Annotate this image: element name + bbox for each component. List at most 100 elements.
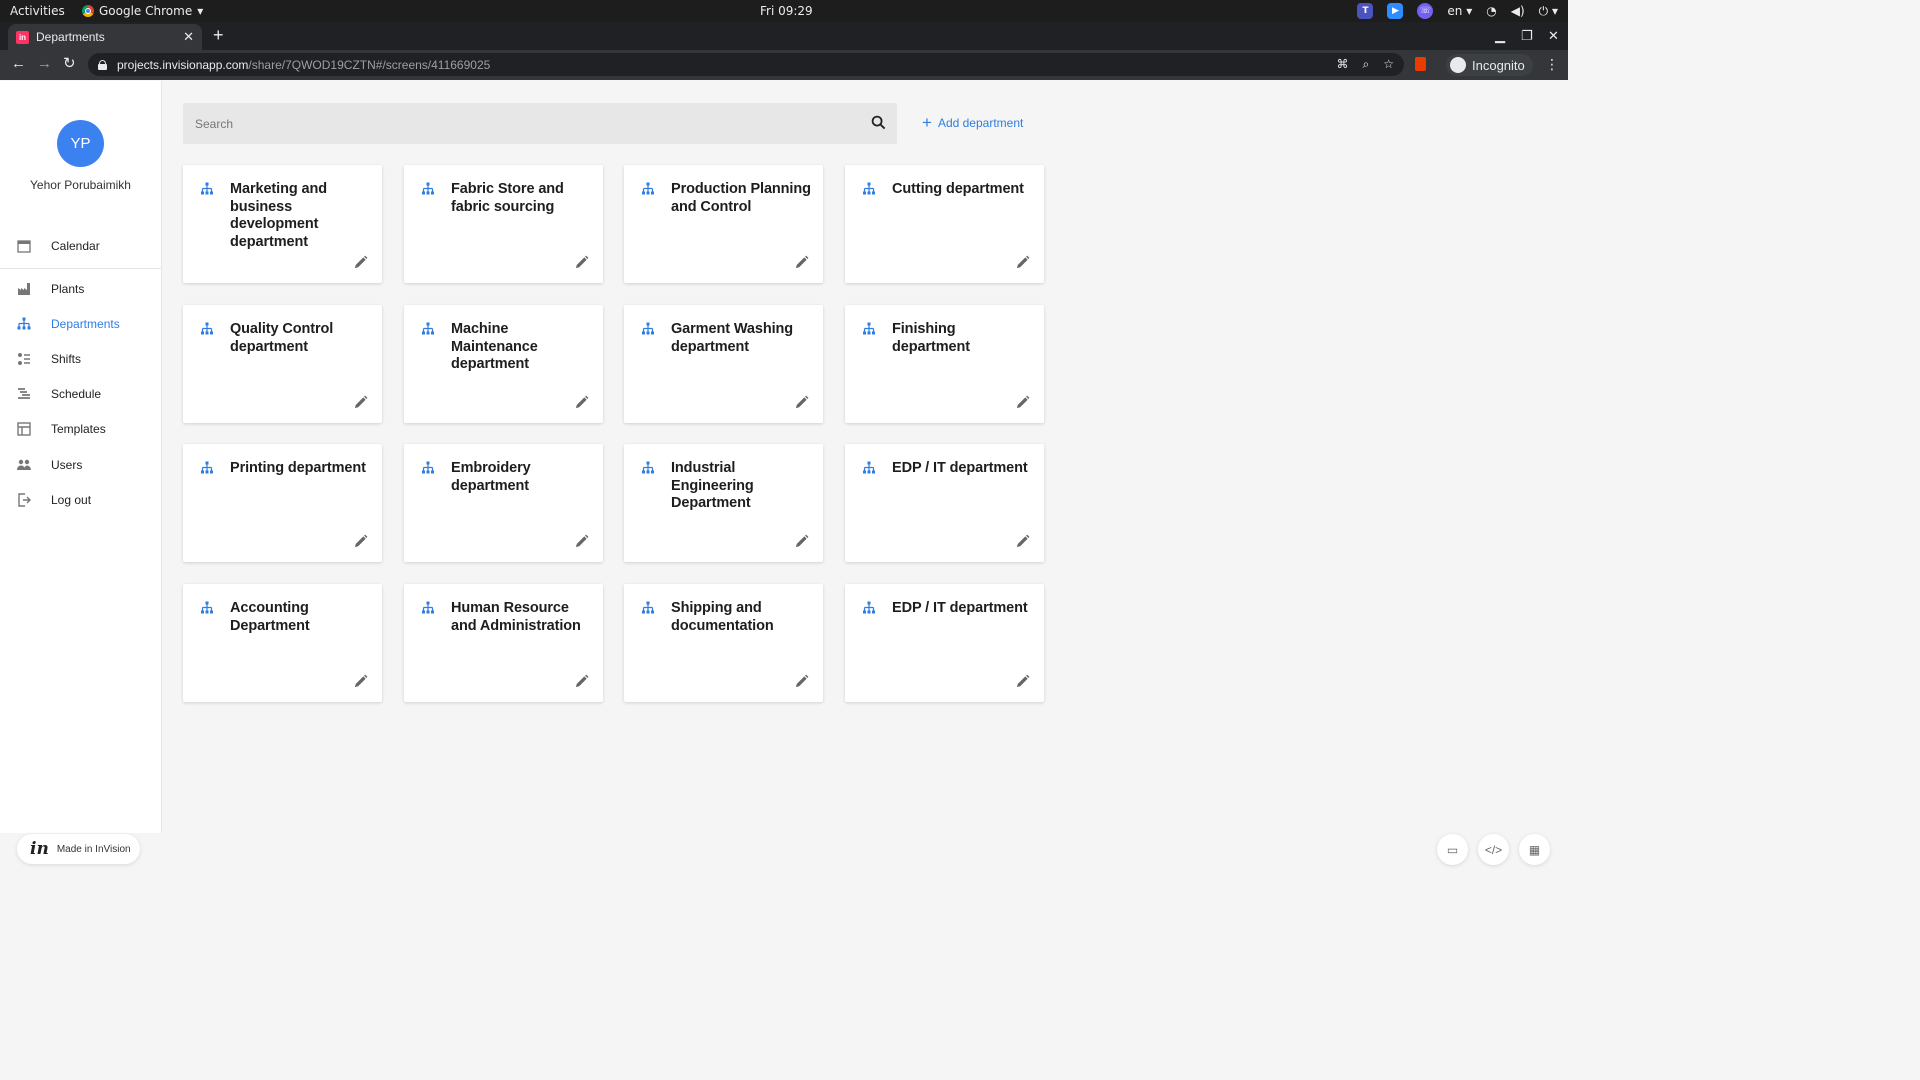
bookmark-star-icon[interactable]: ☆ <box>1383 57 1394 72</box>
department-name: Fabric Store and fabric sourcing <box>451 181 564 215</box>
edit-pencil-icon[interactable] <box>574 534 589 549</box>
edit-pencil-icon[interactable] <box>794 674 809 689</box>
code-icon[interactable]: </> <box>1478 834 1509 865</box>
sidebar-item-logout[interactable]: Log out <box>0 486 161 514</box>
sidebar-item-label: Log out <box>51 493 92 507</box>
department-card[interactable]: Production Planning and Control <box>624 165 823 283</box>
department-name: Shipping and documentation <box>671 600 774 634</box>
sidebar-item-plants[interactable]: Plants <box>0 275 161 303</box>
shifts-icon <box>18 353 30 365</box>
grid-icon[interactable]: ▦ <box>1519 834 1550 865</box>
comment-icon[interactable]: ▭ <box>1437 834 1468 865</box>
edit-pencil-icon[interactable] <box>353 674 368 689</box>
edit-pencil-icon[interactable] <box>794 255 809 270</box>
browser-menu-icon[interactable]: ⋮ <box>1545 56 1559 73</box>
edit-pencil-icon[interactable] <box>1015 674 1030 689</box>
power-icon[interactable]: ⏻ ▾ <box>1539 4 1558 19</box>
department-name: Accounting Department <box>230 600 310 634</box>
sidebar-item-schedule[interactable]: Schedule <box>0 380 161 408</box>
close-window-icon[interactable]: ✕ <box>1548 28 1559 44</box>
sidebar-item-shifts[interactable]: Shifts <box>0 345 161 373</box>
search-input[interactable] <box>183 103 853 144</box>
edit-pencil-icon[interactable] <box>574 255 589 270</box>
department-card[interactable]: Printing department <box>183 444 382 562</box>
teams-icon[interactable]: T <box>1357 3 1374 19</box>
edit-pencil-icon[interactable] <box>353 255 368 270</box>
org-chart-icon <box>201 322 213 336</box>
department-card[interactable]: Finishing department <box>845 305 1044 423</box>
edit-pencil-icon[interactable] <box>794 534 809 549</box>
department-card[interactable]: Industrial Engineering Department <box>624 444 823 562</box>
sidebar-item-calendar[interactable]: Calendar <box>0 232 161 260</box>
made-in-invision-badge[interactable]: in Made in InVision <box>17 834 140 864</box>
logout-icon <box>18 493 31 507</box>
clock[interactable]: Fri 09:29 <box>760 4 813 18</box>
minimize-window-icon[interactable]: ▁ <box>1495 28 1505 44</box>
address-bar[interactable]: projects.invisionapp.com/share/7QWOD19CZ… <box>88 53 1404 76</box>
tab-departments[interactable]: in Departments ✕ <box>8 24 202 50</box>
restore-window-icon[interactable]: ❐ <box>1521 28 1533 44</box>
lock-icon[interactable] <box>98 59 107 70</box>
app-menu-label: Google Chrome <box>99 4 193 18</box>
department-card[interactable]: Quality Control department <box>183 305 382 423</box>
department-card[interactable]: Embroidery department <box>404 444 603 562</box>
edit-pencil-icon[interactable] <box>1015 255 1030 270</box>
department-name: Machine Maintenance department <box>451 321 538 372</box>
forward-button[interactable]: → <box>37 56 52 72</box>
department-card[interactable]: Marketing and business development depar… <box>183 165 382 283</box>
edit-pencil-icon[interactable] <box>1015 534 1030 549</box>
app-menu[interactable]: Google Chrome ▾ <box>82 4 203 18</box>
edit-pencil-icon[interactable] <box>353 534 368 549</box>
sidebar-item-templates[interactable]: Templates <box>0 415 161 443</box>
chrome-icon <box>82 5 94 17</box>
org-chart-icon <box>422 322 434 336</box>
add-department-button[interactable]: + Add department <box>922 114 1023 131</box>
edit-pencil-icon[interactable] <box>1015 395 1030 410</box>
activities-button[interactable]: Activities <box>10 4 65 18</box>
back-button[interactable]: ← <box>11 56 26 72</box>
edit-pencil-icon[interactable] <box>574 674 589 689</box>
department-card[interactable]: Cutting department <box>845 165 1044 283</box>
department-card[interactable]: Accounting Department <box>183 584 382 702</box>
viber-icon[interactable]: ☏ <box>1417 3 1434 19</box>
zoom-icon[interactable]: ⌕ <box>1363 57 1370 72</box>
incognito-indicator[interactable]: Incognito <box>1446 54 1533 76</box>
new-tab-button[interactable]: + <box>213 26 224 44</box>
department-card[interactable]: EDP / IT department <box>845 584 1044 702</box>
schedule-icon <box>18 388 30 399</box>
wifi-icon[interactable]: ◔ <box>1486 4 1496 18</box>
close-tab-icon[interactable]: ✕ <box>183 29 194 45</box>
factory-icon <box>18 283 30 295</box>
volume-icon[interactable]: ◀) <box>1511 4 1525 18</box>
department-card[interactable]: Human Resource and Administration <box>404 584 603 702</box>
made-in-label: Made in InVision <box>56 843 131 855</box>
org-chart-icon <box>863 461 875 475</box>
language-indicator[interactable]: en ▾ <box>1447 4 1472 18</box>
reload-button[interactable]: ↻ <box>63 56 76 72</box>
org-chart-icon <box>642 182 654 196</box>
edit-pencil-icon[interactable] <box>353 395 368 410</box>
search-icon[interactable] <box>871 115 886 130</box>
translate-icon[interactable]: ⌘ <box>1337 57 1349 72</box>
sidebar-item-label: Templates <box>51 422 106 436</box>
office-extension-icon[interactable] <box>1415 57 1426 71</box>
department-name: Quality Control department <box>230 321 334 355</box>
org-chart-icon <box>642 461 654 475</box>
department-card[interactable]: Garment Washing department <box>624 305 823 423</box>
department-name: Embroidery department <box>451 460 531 494</box>
sidebar-item-users[interactable]: Users <box>0 451 161 479</box>
zoom-icon[interactable]: ▶ <box>1387 3 1404 19</box>
edit-pencil-icon[interactable] <box>794 395 809 410</box>
org-chart-icon <box>201 461 213 475</box>
org-chart-icon <box>201 182 213 196</box>
app-page: YP Yehor Porubaimikh Calendar Plants Dep… <box>0 81 1568 882</box>
department-card[interactable]: EDP / IT department <box>845 444 1044 562</box>
department-card[interactable]: Shipping and documentation <box>624 584 823 702</box>
edit-pencil-icon[interactable] <box>574 395 589 410</box>
browser-toolbar: ← → ↻ projects.invisionapp.com/share/7QW… <box>0 50 1568 80</box>
sidebar-item-departments[interactable]: Departments <box>0 310 161 338</box>
system-tray: T ▶ ☏ en ▾ ◔ ◀) ⏻ ▾ <box>1357 2 1558 20</box>
avatar[interactable]: YP <box>57 120 104 167</box>
department-card[interactable]: Fabric Store and fabric sourcing <box>404 165 603 283</box>
department-card[interactable]: Machine Maintenance department <box>404 305 603 423</box>
